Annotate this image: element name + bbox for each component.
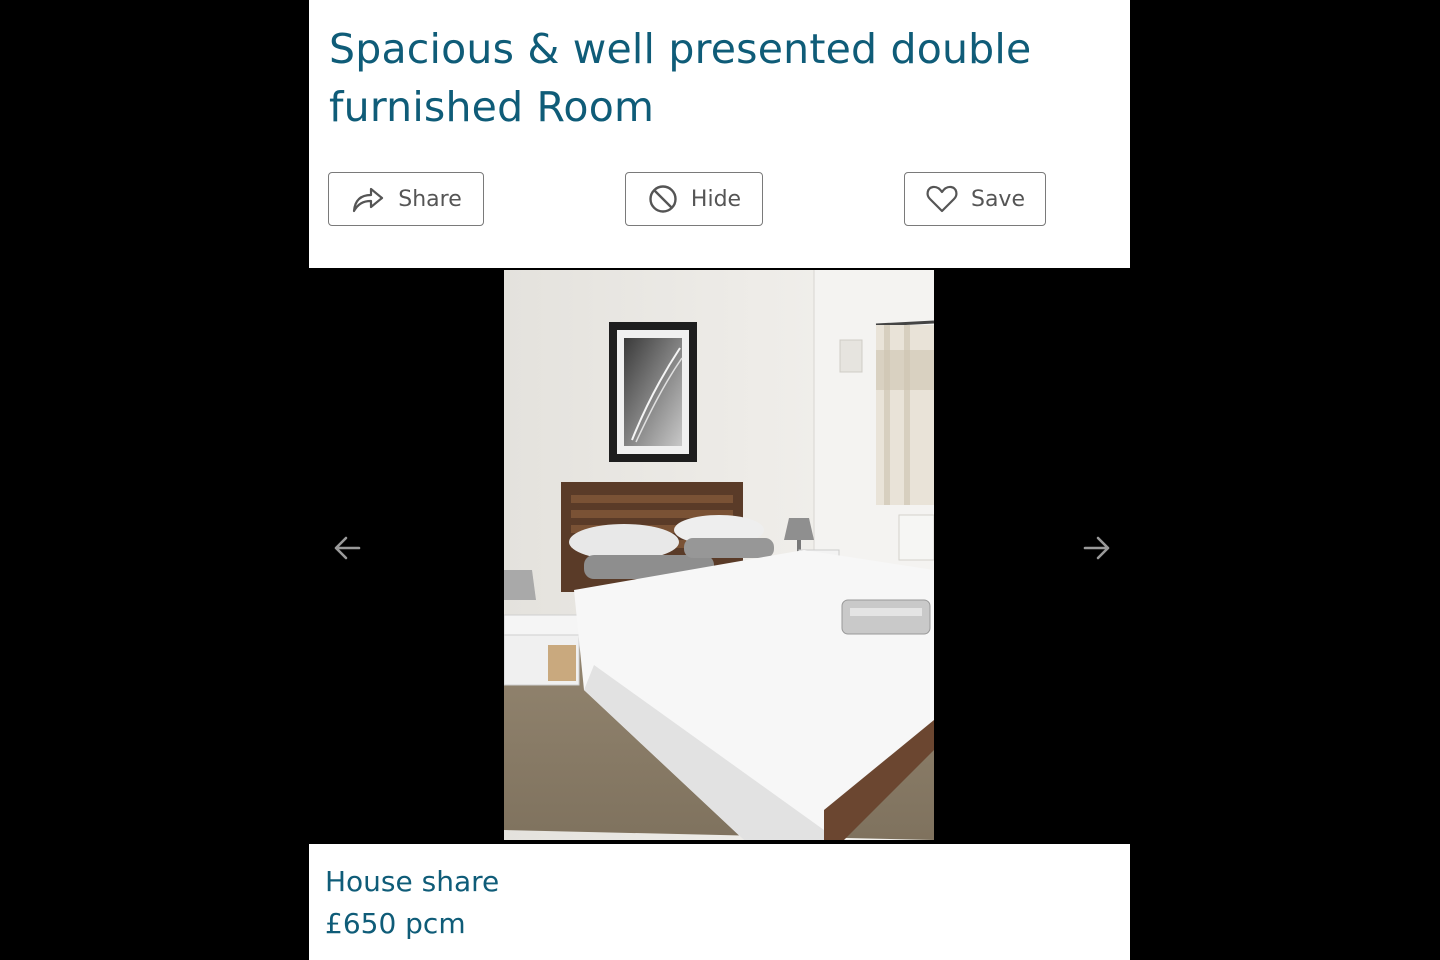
heart-icon	[925, 184, 959, 214]
bedroom-photo	[504, 270, 934, 840]
previous-photo-button[interactable]	[327, 530, 367, 570]
share-button[interactable]: Share	[328, 172, 484, 226]
arrow-right-icon	[1081, 532, 1113, 568]
save-button[interactable]: Save	[904, 172, 1046, 226]
listing-page: Spacious & well presented double furnish…	[0, 0, 1440, 960]
next-photo-button[interactable]	[1077, 530, 1117, 570]
share-label: Share	[398, 186, 462, 212]
listing-title: Spacious & well presented double furnish…	[329, 25, 1032, 131]
property-type: House share	[325, 865, 500, 898]
arrow-left-icon	[331, 532, 363, 568]
save-label: Save	[970, 186, 1025, 212]
listing-photo[interactable]	[504, 270, 934, 840]
prohibited-icon	[647, 183, 679, 215]
listing-header: Spacious & well presented double furnish…	[309, 0, 1130, 268]
photo-gallery	[309, 268, 1130, 844]
listing-price: £650 pcm	[325, 907, 466, 940]
hide-button[interactable]: Hide	[625, 172, 763, 226]
share-icon	[350, 184, 386, 214]
hide-label: Hide	[690, 186, 742, 212]
listing-summary: House share £650 pcm	[309, 844, 1130, 960]
